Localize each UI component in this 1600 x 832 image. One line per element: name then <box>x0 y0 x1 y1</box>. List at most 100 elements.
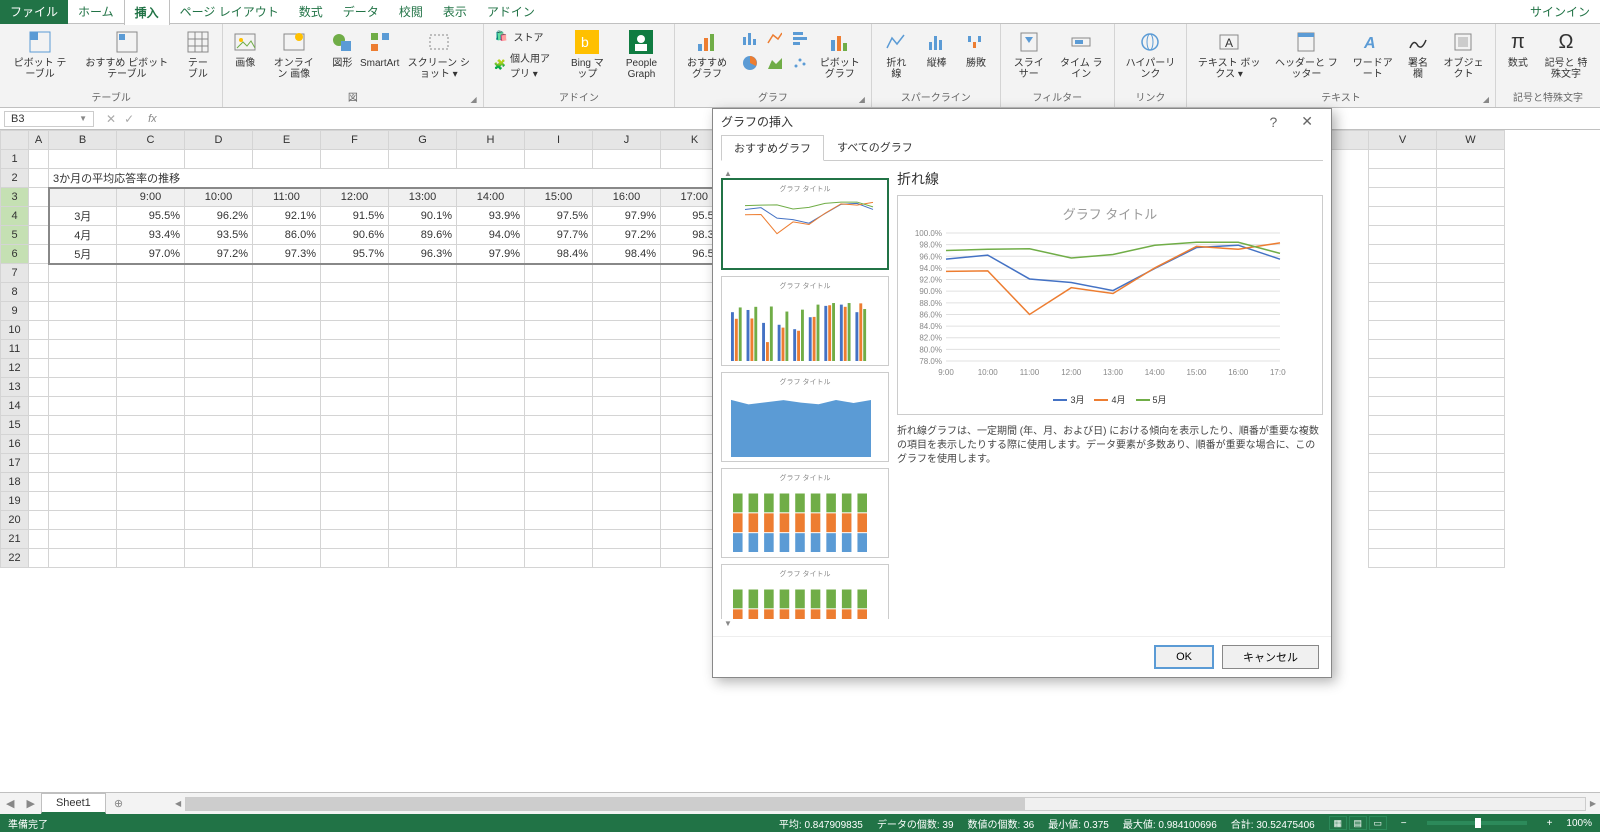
cell[interactable] <box>389 454 457 473</box>
col-header[interactable]: G <box>389 131 457 150</box>
cell[interactable] <box>525 302 593 321</box>
recommended-pivot-button[interactable]: おすすめ ピボットテーブル <box>78 26 175 82</box>
cell[interactable] <box>525 549 593 568</box>
cell[interactable]: 97.2% <box>185 245 253 264</box>
cell[interactable] <box>1369 207 1437 226</box>
cell[interactable] <box>321 397 389 416</box>
cell[interactable]: 95.7% <box>321 245 389 264</box>
cell[interactable] <box>525 283 593 302</box>
header-footer-button[interactable]: ヘッダーと フッター <box>1269 26 1343 82</box>
cell[interactable] <box>525 359 593 378</box>
bing-maps-button[interactable]: bBing マップ <box>564 26 611 82</box>
scroll-right-button[interactable]: ▶ <box>1586 799 1600 808</box>
cell[interactable]: 3か月の平均応答率の推移 <box>49 169 729 188</box>
cell[interactable] <box>321 321 389 340</box>
cell[interactable] <box>253 283 321 302</box>
col-header[interactable]: H <box>457 131 525 150</box>
zoom-out-button[interactable]: − <box>1401 818 1407 829</box>
cell[interactable] <box>49 397 117 416</box>
row-header[interactable]: 14 <box>1 397 29 416</box>
zoom-level[interactable]: 100% <box>1566 818 1592 829</box>
cell[interactable] <box>49 416 117 435</box>
cell[interactable] <box>29 435 49 454</box>
cell[interactable] <box>185 150 253 169</box>
sparkline-column-button[interactable]: 縦棒 <box>919 26 954 82</box>
name-box[interactable]: B3▼ <box>4 111 94 127</box>
chart-area-button[interactable] <box>762 51 786 75</box>
cell[interactable] <box>253 530 321 549</box>
cell[interactable] <box>29 264 49 283</box>
thumbs-scroll-up[interactable]: ▲ <box>721 169 735 178</box>
cell[interactable] <box>185 416 253 435</box>
cell[interactable] <box>117 264 185 283</box>
row-header[interactable]: 20 <box>1 511 29 530</box>
cell[interactable] <box>593 378 661 397</box>
launcher-icon[interactable]: ◢ <box>471 95 481 105</box>
dropdown-icon[interactable]: ▼ <box>79 114 87 123</box>
cell[interactable] <box>49 511 117 530</box>
chart-thumbnail[interactable]: グラフ タイトル <box>721 372 889 462</box>
cell[interactable] <box>117 435 185 454</box>
cell[interactable] <box>117 378 185 397</box>
cell[interactable] <box>389 549 457 568</box>
cancel-edit-icon[interactable]: ✕ <box>106 112 116 126</box>
zoom-in-button[interactable]: + <box>1547 818 1553 829</box>
tab-formulas[interactable]: 数式 <box>289 0 333 24</box>
dialog-tab-all[interactable]: すべてのグラフ <box>824 134 926 160</box>
cell[interactable] <box>321 549 389 568</box>
cell[interactable]: 95.5% <box>117 207 185 226</box>
row-header[interactable]: 13 <box>1 378 29 397</box>
cell[interactable] <box>593 340 661 359</box>
row-header[interactable]: 10 <box>1 321 29 340</box>
cell[interactable] <box>1437 207 1505 226</box>
cell[interactable]: 14:00 <box>457 188 525 207</box>
cell[interactable] <box>1369 150 1437 169</box>
chart-thumbnail[interactable]: グラフ タイトル <box>721 564 889 619</box>
row-header[interactable]: 15 <box>1 416 29 435</box>
cell[interactable] <box>457 530 525 549</box>
cell[interactable] <box>117 530 185 549</box>
cell[interactable] <box>1437 530 1505 549</box>
cell[interactable] <box>457 492 525 511</box>
cell[interactable]: 97.3% <box>253 245 321 264</box>
cell[interactable] <box>253 378 321 397</box>
select-all-corner[interactable] <box>1 131 29 150</box>
cell[interactable] <box>29 321 49 340</box>
cell[interactable] <box>185 283 253 302</box>
ok-button[interactable]: OK <box>1154 645 1214 669</box>
col-header[interactable]: D <box>185 131 253 150</box>
chart-thumbnail[interactable]: グラフ タイトル <box>721 178 889 270</box>
cell[interactable]: 9:00 <box>117 188 185 207</box>
wordart-button[interactable]: Aワードアート <box>1348 26 1398 82</box>
cell[interactable] <box>49 283 117 302</box>
cell[interactable] <box>457 283 525 302</box>
cell[interactable]: 16:00 <box>593 188 661 207</box>
cell[interactable] <box>117 416 185 435</box>
cell[interactable] <box>117 359 185 378</box>
tab-review[interactable]: 校閲 <box>389 0 433 24</box>
dialog-close-button[interactable]: ✕ <box>1291 113 1323 130</box>
cell[interactable]: 4月 <box>49 226 117 245</box>
table-button[interactable]: テーブル <box>179 26 216 82</box>
sheet-nav-prev[interactable]: ◀ <box>0 797 20 810</box>
cell[interactable] <box>457 359 525 378</box>
row-header[interactable]: 7 <box>1 264 29 283</box>
cell[interactable]: 11:00 <box>253 188 321 207</box>
cell[interactable] <box>29 359 49 378</box>
row-header[interactable]: 5 <box>1 226 29 245</box>
cell[interactable] <box>117 454 185 473</box>
cell[interactable]: 97.9% <box>457 245 525 264</box>
sheet-nav-next[interactable]: ▶ <box>20 797 40 810</box>
cell[interactable] <box>117 492 185 511</box>
cell[interactable] <box>389 397 457 416</box>
cell[interactable] <box>1437 264 1505 283</box>
cell[interactable]: 93.4% <box>117 226 185 245</box>
cell[interactable] <box>525 454 593 473</box>
cell[interactable] <box>49 454 117 473</box>
timeline-button[interactable]: タイム ライン <box>1055 26 1108 82</box>
cell[interactable]: 96.3% <box>389 245 457 264</box>
cell[interactable] <box>253 549 321 568</box>
cell[interactable] <box>1437 321 1505 340</box>
cell[interactable] <box>49 188 117 207</box>
view-normal-button[interactable]: ▦ <box>1329 816 1347 830</box>
